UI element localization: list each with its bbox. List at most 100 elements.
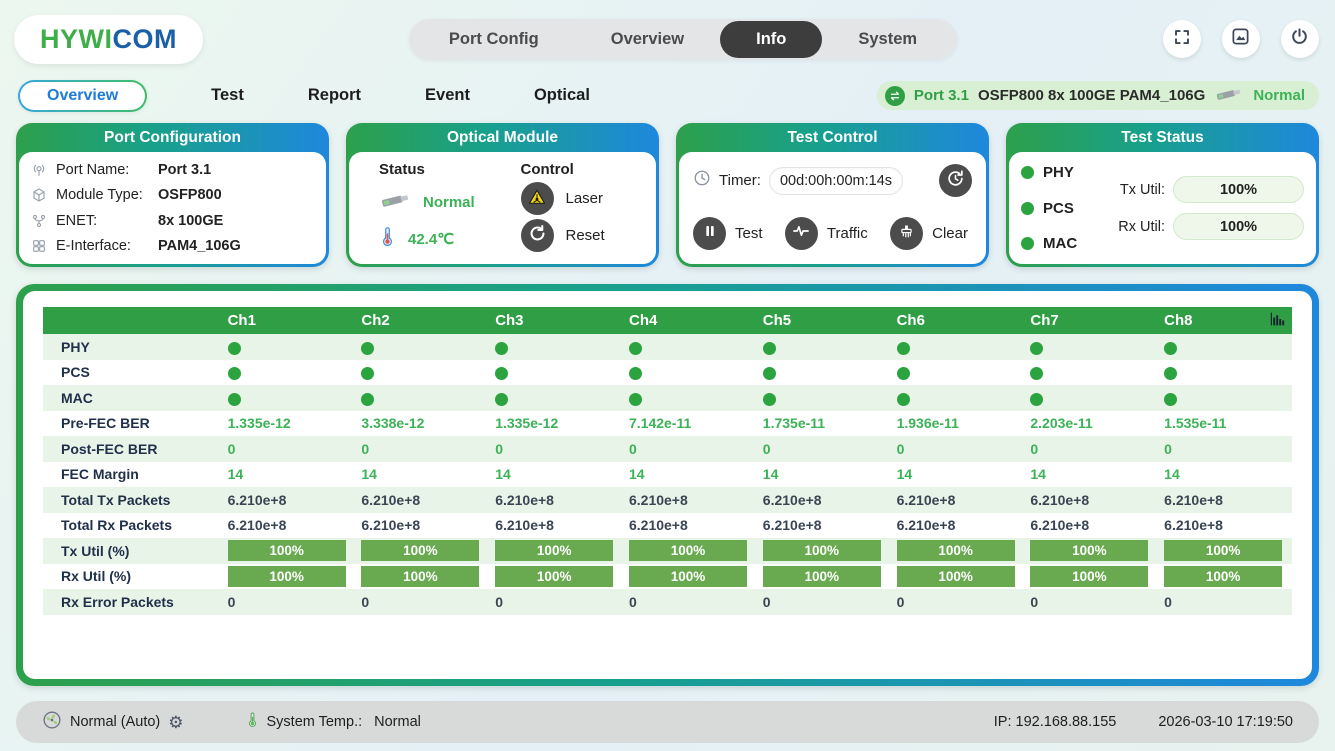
channel-status-cell	[1024, 385, 1158, 411]
channel-status-cell	[623, 334, 757, 360]
traffic-button[interactable]	[785, 217, 818, 250]
nav-item-system[interactable]: System	[822, 21, 953, 58]
thermometer-icon	[379, 226, 396, 252]
control-heading: Control	[521, 161, 645, 178]
status-dot-green	[228, 393, 241, 406]
laser-label: Laser	[566, 190, 604, 207]
value-cell: 0	[1024, 589, 1158, 615]
fan-status-text: Normal (Auto)	[70, 714, 160, 730]
field-value: OSFP800	[158, 187, 222, 203]
status-dot-green	[1030, 367, 1043, 380]
tab-overview[interactable]: Overview	[18, 80, 147, 112]
channel-status-cell	[1024, 360, 1158, 386]
channel-status-cell	[1158, 360, 1292, 386]
field-value: PAM4_106G	[158, 238, 241, 254]
status-dot-green	[629, 342, 642, 355]
sub-nav: Overview Test Report Event Optical Port …	[18, 80, 1319, 111]
util-bar: 100%	[629, 566, 747, 587]
power-button[interactable]	[1281, 20, 1319, 58]
window-buttons	[1163, 20, 1319, 58]
value-cell: 1.936e-11	[891, 411, 1025, 437]
row-label: PCS	[43, 360, 222, 386]
util-bar-cell: 100%	[222, 564, 356, 590]
channel-stats-panel: Ch1Ch2Ch3Ch4Ch5Ch6Ch7Ch8 PHYPCSMACPre-FE…	[16, 284, 1319, 686]
value-cell: 0	[891, 589, 1025, 615]
screenshot-button[interactable]	[1222, 20, 1260, 58]
util-bar-cell: 100%	[757, 538, 891, 564]
enet-row: ENET: 8x 100GE	[31, 213, 314, 229]
field-label: ENET:	[56, 213, 158, 229]
nav-item-port-config[interactable]: Port Config	[413, 21, 575, 58]
channel-status-cell	[1158, 334, 1292, 360]
e-interface-row: E-Interface: PAM4_106G	[31, 238, 314, 254]
table-row-post-fec-ber: Post-FEC BER00000000	[43, 436, 1292, 462]
laser-warning-icon	[527, 187, 547, 211]
table-row-rx-error-packets: Rx Error Packets00000000	[43, 589, 1292, 615]
value-cell: 0	[1024, 436, 1158, 462]
laser-button[interactable]	[521, 182, 554, 215]
column-header-ch3: Ch3	[489, 307, 623, 334]
status-dot-green	[361, 342, 374, 355]
tab-optical[interactable]: Optical	[534, 86, 590, 105]
table-row-total-tx-packets: Total Tx Packets6.210e+86.210e+86.210e+8…	[43, 487, 1292, 513]
status-dot-green	[1021, 202, 1034, 215]
column-header-ch1: Ch1	[222, 307, 356, 334]
module-temp-row: 42.4℃	[379, 226, 503, 252]
util-bar: 100%	[897, 540, 1015, 561]
top-bar: HYWICOM Port Config Overview Info System	[0, 0, 1335, 64]
value-cell: 0	[623, 436, 757, 462]
tab-test[interactable]: Test	[211, 86, 244, 105]
tx-util-value: 100%	[1173, 176, 1304, 203]
status-dot-green	[495, 342, 508, 355]
channel-status-cell	[891, 360, 1025, 386]
timer-label: Timer:	[719, 172, 761, 189]
clock-icon	[693, 169, 711, 192]
util-bar-cell: 100%	[1158, 538, 1292, 564]
util-bar-cell: 100%	[757, 564, 891, 590]
fullscreen-button[interactable]	[1163, 20, 1201, 58]
module-reset-button[interactable]	[521, 219, 554, 252]
timer-value-field[interactable]: 00d:00h:00m:14s	[769, 167, 903, 195]
value-cell: 6.210e+8	[222, 487, 356, 513]
status-heading: Status	[379, 161, 503, 178]
status-dot-green	[1164, 367, 1177, 380]
util-bar: 100%	[361, 540, 479, 561]
util-bar: 100%	[1164, 566, 1282, 587]
util-bar-cell: 100%	[1024, 564, 1158, 590]
channel-status-cell	[489, 360, 623, 386]
rx-util-row: Rx Util: 100%	[1109, 213, 1304, 240]
field-value: 8x 100GE	[158, 213, 223, 229]
value-cell: 0	[757, 589, 891, 615]
row-label: Pre-FEC BER	[43, 411, 222, 437]
value-cell: 0	[355, 589, 489, 615]
row-label: Total Rx Packets	[43, 513, 222, 539]
timer-reset-button[interactable]	[939, 164, 972, 197]
util-bar-cell: 100%	[623, 538, 757, 564]
table-row-total-rx-packets: Total Rx Packets6.210e+86.210e+86.210e+8…	[43, 513, 1292, 539]
bar-chart-icon[interactable]	[1268, 310, 1286, 332]
channel-status-cell	[623, 360, 757, 386]
util-bar: 100%	[629, 540, 747, 561]
nav-item-info[interactable]: Info	[720, 21, 822, 58]
nav-item-overview[interactable]: Overview	[575, 21, 720, 58]
tab-event[interactable]: Event	[425, 86, 470, 105]
row-label: Tx Util (%)	[43, 538, 222, 564]
indicator-pcs: PCS	[1021, 200, 1109, 217]
value-cell: 0	[623, 589, 757, 615]
summary-cards: Port Configuration Port Name: Port 3.1 M…	[16, 123, 1319, 267]
gear-icon[interactable]: ⚙	[168, 714, 183, 731]
test-pause-button[interactable]	[693, 217, 726, 250]
channel-status-cell	[1024, 334, 1158, 360]
waveform-icon	[791, 221, 811, 246]
package-icon	[31, 187, 49, 203]
table-header-row: Ch1Ch2Ch3Ch4Ch5Ch6Ch7Ch8	[43, 307, 1292, 334]
status-dot-green	[1164, 342, 1177, 355]
indicator-mac: MAC	[1021, 235, 1109, 252]
card-title: Port Configuration	[19, 123, 326, 152]
port-status-badge[interactable]: Port 3.1 OSFP800 8x 100GE PAM4_106G Norm…	[877, 81, 1319, 110]
util-bar: 100%	[361, 566, 479, 587]
device-ip: IP: 192.168.88.155	[994, 714, 1117, 730]
clear-button[interactable]	[890, 217, 923, 250]
tab-report[interactable]: Report	[308, 86, 361, 105]
status-dot-green	[228, 367, 241, 380]
